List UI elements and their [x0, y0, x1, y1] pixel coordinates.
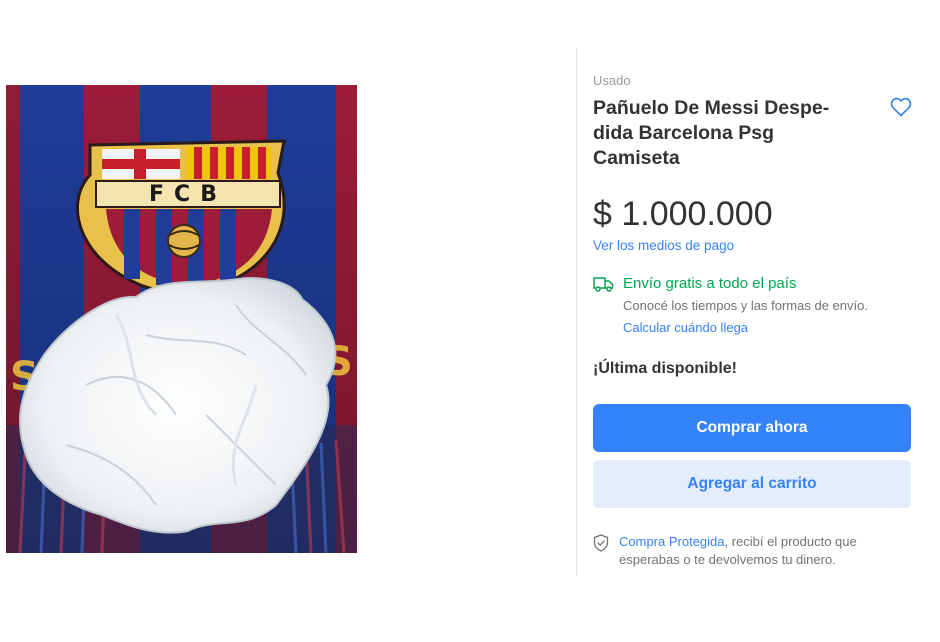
- free-shipping-label: Envío gratis a todo el país: [623, 275, 797, 292]
- heart-icon[interactable]: [889, 95, 913, 119]
- price: $ 1.000.000: [593, 195, 773, 233]
- buy-now-button[interactable]: Comprar ahora: [593, 404, 911, 452]
- title-line: Camiseta: [593, 147, 680, 169]
- condition-label: Usado: [593, 73, 631, 88]
- product-image[interactable]: FCB S S: [6, 85, 357, 553]
- truck-icon: [593, 277, 614, 292]
- shield-check-icon: [593, 534, 609, 552]
- add-to-cart-button[interactable]: Agregar al carrito: [593, 460, 911, 508]
- payment-methods-link[interactable]: Ver los medios de pago: [593, 238, 734, 253]
- calculate-arrival-link[interactable]: Calcular cuándo llega: [623, 320, 748, 335]
- svg-text:FCB: FCB: [149, 182, 227, 207]
- shipping-description: Conocé los tiempos y las formas de envío…: [623, 298, 868, 313]
- purchase-protection: Compra Protegida, recibí el producto que…: [619, 533, 909, 569]
- column-divider: [576, 48, 577, 576]
- title-line: dida Barcelona Psg: [593, 122, 774, 144]
- product-photo: FCB S S: [6, 85, 357, 553]
- protected-purchase-link[interactable]: Compra Protegida: [619, 534, 725, 549]
- product-title: Pañuelo De Messi Despe- dida Barcelona P…: [593, 96, 863, 171]
- title-line: Pañuelo De Messi Despe-: [593, 97, 830, 119]
- stock-label: ¡Última disponible!: [593, 360, 737, 377]
